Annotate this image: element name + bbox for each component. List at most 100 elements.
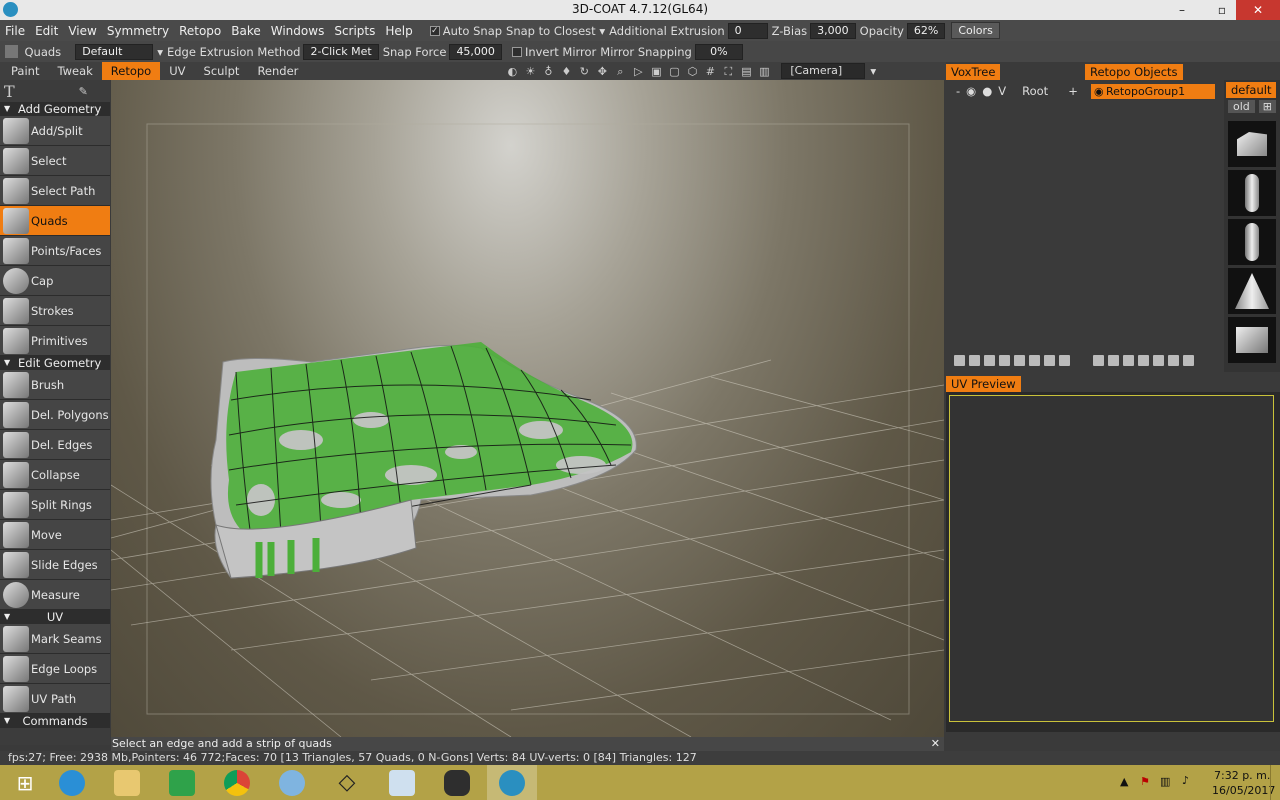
chevron-down-icon[interactable]: ▾: [157, 45, 163, 59]
taskbar-explorer[interactable]: [102, 765, 152, 800]
snap-force-field[interactable]: 45,000: [449, 43, 502, 60]
tool-split-rings[interactable]: Split Rings: [0, 490, 110, 520]
tray-chevron-icon[interactable]: ▲: [1120, 775, 1128, 788]
zoom-icon[interactable]: ⌕: [614, 65, 627, 78]
duplicate-icon[interactable]: [969, 355, 980, 366]
tool-add-split[interactable]: Add/Split: [0, 116, 110, 146]
viewport[interactable]: [111, 80, 944, 737]
menu-retopo[interactable]: Retopo: [174, 24, 226, 38]
tab-retopo-objects[interactable]: Retopo Objects: [1085, 64, 1183, 80]
preset-box-cut-icon[interactable]: [1228, 121, 1276, 167]
taskbar-chrome[interactable]: [212, 765, 262, 800]
tool-uv-path[interactable]: UV Path: [0, 684, 110, 714]
taskbar-store[interactable]: [157, 765, 207, 800]
taskbar-unity[interactable]: ◇: [322, 765, 372, 800]
taskbar-ie[interactable]: [47, 765, 97, 800]
tray-flag-icon[interactable]: ⚑: [1140, 775, 1150, 788]
tab-uv-preview[interactable]: UV Preview: [946, 376, 1021, 392]
rotate-icon[interactable]: ↻: [578, 65, 591, 78]
add-layer-button[interactable]: +: [1068, 84, 1078, 98]
sphere-add-icon[interactable]: [1014, 355, 1025, 366]
tool-mark-seams[interactable]: Mark Seams: [0, 624, 110, 654]
retopo-group-item[interactable]: ◉ RetopoGroup1: [1091, 84, 1215, 99]
show-desktop-button[interactable]: [1270, 765, 1280, 800]
contrast-icon[interactable]: ◐: [506, 65, 519, 78]
tool-quads[interactable]: Quads: [0, 206, 110, 236]
old-presets-button[interactable]: old: [1228, 100, 1255, 113]
menu-edit[interactable]: Edit: [30, 24, 63, 38]
play-icon[interactable]: ▷: [632, 65, 645, 78]
stack-icon[interactable]: [1029, 355, 1040, 366]
preset-select[interactable]: Default: [75, 43, 154, 60]
tab-render[interactable]: Render: [248, 62, 307, 80]
image-group-icon[interactable]: [1168, 355, 1179, 366]
snap-mode-select[interactable]: Snap to Closest ▾: [506, 24, 605, 38]
tool-collapse[interactable]: Collapse: [0, 460, 110, 490]
close-group-icon[interactable]: [1183, 355, 1194, 366]
tab-retopo[interactable]: Retopo: [101, 62, 161, 80]
tab-tweak[interactable]: Tweak: [48, 62, 101, 80]
menu-bake[interactable]: Bake: [226, 24, 266, 38]
uv-preview-canvas[interactable]: [949, 395, 1274, 722]
section-commands[interactable]: ▼ Commands: [0, 714, 110, 728]
tool-points-faces[interactable]: Points/Faces: [0, 236, 110, 266]
new-group-icon[interactable]: [1093, 355, 1104, 366]
collapse-icon[interactable]: -: [956, 84, 960, 98]
all-icon[interactable]: ▣: [650, 65, 663, 78]
tab-voxtree[interactable]: VoxTree: [946, 64, 1001, 80]
move-icon[interactable]: ✥: [596, 65, 609, 78]
root-label[interactable]: Root: [1022, 84, 1048, 98]
voxtree-root-row[interactable]: - ◉ ● V Root +: [956, 84, 1078, 98]
merge-icon[interactable]: [1044, 355, 1055, 366]
menu-windows[interactable]: Windows: [266, 24, 330, 38]
eye-icon[interactable]: ◉: [1094, 84, 1104, 99]
copy-group-icon[interactable]: [1123, 355, 1134, 366]
text-tool-icon[interactable]: T: [4, 82, 15, 101]
menu-file[interactable]: File: [0, 24, 30, 38]
preset-cube-icon[interactable]: [1228, 317, 1276, 363]
volume-flag[interactable]: V: [998, 84, 1006, 98]
frame-icon[interactable]: ⛶: [722, 65, 735, 78]
start-button[interactable]: ⊞: [0, 765, 50, 800]
tool-del-polygons[interactable]: Del. Polygons: [0, 400, 110, 430]
close-hint-icon[interactable]: ✕: [931, 737, 940, 751]
section-uv[interactable]: ▼ UV: [0, 610, 110, 624]
tool-measure[interactable]: Measure: [0, 580, 110, 610]
camera-chevron-icon[interactable]: ▾: [870, 64, 876, 78]
copy-icon[interactable]: [999, 355, 1010, 366]
more-icon[interactable]: [1059, 355, 1070, 366]
tab-paint[interactable]: Paint: [2, 62, 48, 80]
taskbar-photos[interactable]: [377, 765, 427, 800]
merge-group-icon[interactable]: [1138, 355, 1149, 366]
colors-button[interactable]: Colors: [951, 22, 1000, 39]
tool-edge-loops[interactable]: Edge Loops: [0, 654, 110, 684]
image-icon[interactable]: ▤: [740, 65, 753, 78]
tool-strokes[interactable]: Strokes: [0, 296, 110, 326]
tool-primitives[interactable]: Primitives: [0, 326, 110, 356]
sel-icon[interactable]: ▢: [668, 65, 681, 78]
pen-icon[interactable]: ✎: [79, 85, 88, 98]
preset-capsule-icon[interactable]: [1228, 170, 1276, 216]
tray-network-icon[interactable]: ▥: [1160, 775, 1170, 788]
delete-icon[interactable]: [984, 355, 995, 366]
tool-slide-edges[interactable]: Slide Edges: [0, 550, 110, 580]
bulb-icon[interactable]: ♁: [542, 65, 555, 78]
preset-cone-icon[interactable]: [1228, 268, 1276, 314]
shoe-model[interactable]: [210, 342, 637, 579]
preset-cylinder-icon[interactable]: [1228, 219, 1276, 265]
menu-help[interactable]: Help: [380, 24, 417, 38]
minimize-button[interactable]: –: [1168, 0, 1196, 20]
menu-symmetry[interactable]: Symmetry: [102, 24, 174, 38]
menu-view[interactable]: View: [63, 24, 101, 38]
mirror-snapping-field[interactable]: 0%: [694, 43, 743, 60]
edge-extrusion-select[interactable]: 2-Click Met: [303, 43, 379, 60]
clock-date[interactable]: 16/05/2017: [1212, 784, 1275, 797]
close-button[interactable]: ✕: [1236, 0, 1280, 20]
maximize-button[interactable]: ▫: [1208, 0, 1236, 20]
tab-sculpt[interactable]: Sculpt: [195, 62, 249, 80]
camera-select[interactable]: [Camera]: [781, 63, 866, 79]
invert-mirror-checkbox[interactable]: Invert Mirror: [511, 45, 596, 59]
tray-volume-icon[interactable]: ♪: [1182, 774, 1189, 787]
tool-select-path[interactable]: Select Path: [0, 176, 110, 206]
light-icon[interactable]: ☀: [524, 65, 537, 78]
